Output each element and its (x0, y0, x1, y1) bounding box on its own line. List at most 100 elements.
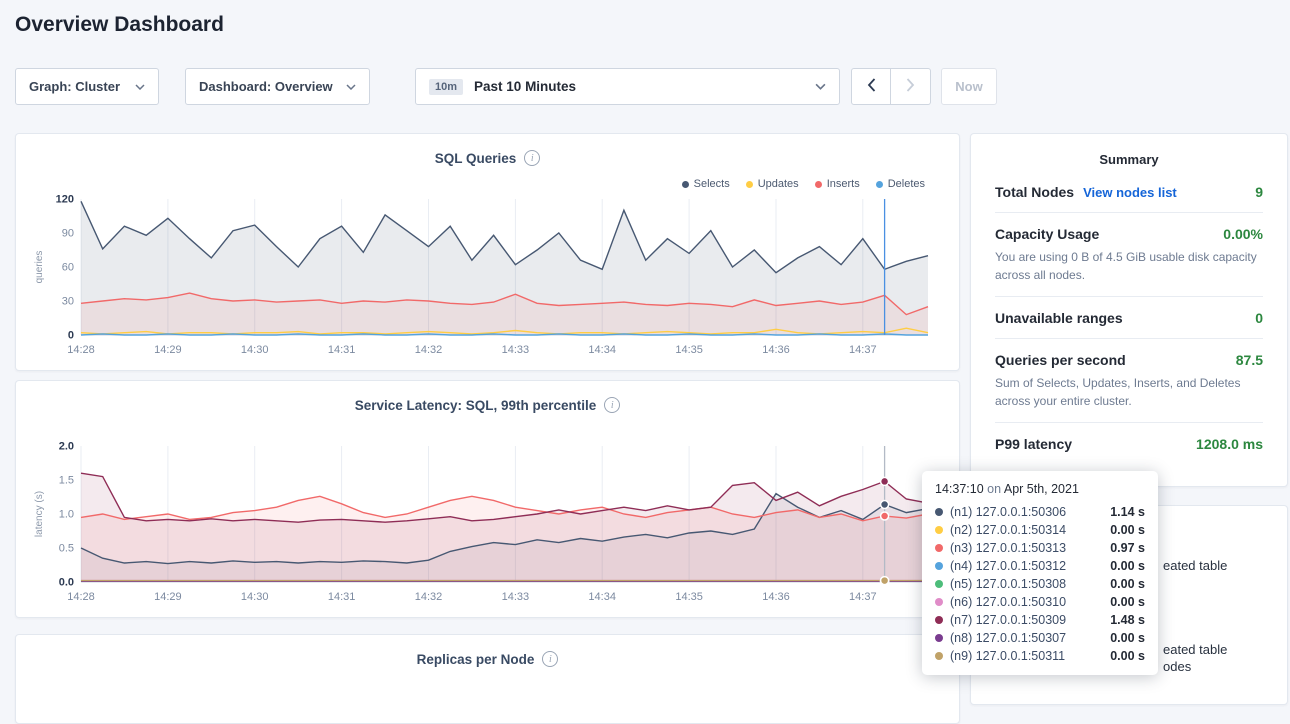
qps-subtext: Sum of Selects, Updates, Inserts, and De… (995, 374, 1263, 410)
series-color-dot (935, 598, 943, 606)
graph-dropdown[interactable]: Graph: Cluster (15, 68, 159, 105)
service-latency-chart[interactable]: 14:2814:2914:3014:3114:3214:3314:3414:35… (31, 438, 936, 608)
tooltip-node-value: 0.00 s (1110, 523, 1145, 537)
svg-text:14:37: 14:37 (849, 591, 877, 603)
series-color-dot (935, 526, 943, 534)
capacity-label: Capacity Usage (995, 226, 1099, 242)
svg-text:queries: queries (34, 251, 45, 284)
tooltip-node-value: 1.48 s (1110, 613, 1145, 627)
info-icon[interactable]: i (604, 397, 620, 413)
replicas-per-node-chart-card: Replicas per Node i (15, 634, 960, 724)
time-next-button[interactable] (891, 68, 931, 105)
chevron-down-icon (805, 83, 826, 90)
svg-text:14:34: 14:34 (588, 591, 616, 603)
chart-hover-tooltip: 14:37:10 on Apr 5th, 2021 (n1) 127.0.0.1… (922, 471, 1158, 675)
series-color-dot (935, 508, 943, 516)
time-range-badge: 10m (429, 79, 463, 95)
svg-text:14:33: 14:33 (502, 344, 530, 356)
total-nodes-label: Total Nodes (995, 184, 1074, 200)
tooltip-rows: (n1) 127.0.0.1:503061.14 s(n2) 127.0.0.1… (935, 503, 1145, 665)
unavailable-ranges-value: 0 (1255, 310, 1263, 326)
series-color-dot (935, 580, 943, 588)
series-color-dot (935, 544, 943, 552)
tooltip-node-value: 0.00 s (1110, 631, 1145, 645)
svg-text:14:30: 14:30 (241, 344, 269, 356)
legend-item-deletes[interactable]: Deletes (876, 178, 925, 190)
sql-queries-chart-card: SQL Queries i SelectsUpdatesInsertsDelet… (15, 133, 960, 371)
svg-text:14:32: 14:32 (415, 591, 443, 603)
view-nodes-list-link[interactable]: View nodes list (1083, 185, 1177, 200)
svg-text:14:32: 14:32 (415, 344, 443, 356)
series-color-dot (935, 616, 943, 624)
legend-item-inserts[interactable]: Inserts (815, 178, 860, 190)
tooltip-node-value: 0.00 s (1110, 577, 1145, 591)
time-prev-button[interactable] (851, 68, 891, 105)
legend-dot (876, 181, 883, 188)
tooltip-node-address: (n9) 127.0.0.1:50311 (950, 649, 1065, 663)
sql-queries-chart[interactable]: 14:2814:2914:3014:3114:3214:3314:3414:35… (31, 191, 936, 361)
event-item-fragment[interactable]: odes (1163, 659, 1191, 674)
tooltip-node-address: (n2) 127.0.0.1:50314 (950, 523, 1066, 537)
tooltip-row: (n1) 127.0.0.1:503061.14 s (935, 503, 1145, 521)
summary-title: Summary (971, 134, 1287, 171)
svg-text:2.0: 2.0 (59, 441, 74, 453)
svg-text:14:30: 14:30 (241, 591, 269, 603)
tooltip-node-address: (n3) 127.0.0.1:50313 (950, 541, 1066, 555)
chevron-right-icon (906, 78, 915, 95)
summary-row-qps: Queries per second 87.5 Sum of Selects, … (995, 339, 1263, 423)
svg-text:14:29: 14:29 (154, 591, 182, 603)
tooltip-row: (n4) 127.0.0.1:503120.00 s (935, 557, 1145, 575)
chart-title-service-latency: Service Latency: SQL, 99th percentile (355, 398, 597, 413)
svg-text:14:37: 14:37 (849, 344, 877, 356)
svg-text:14:29: 14:29 (154, 344, 182, 356)
info-icon[interactable]: i (542, 651, 558, 667)
tooltip-node-value: 0.00 s (1110, 649, 1145, 663)
tooltip-row: (n6) 127.0.0.1:50310 0.00 s (935, 593, 1145, 611)
tooltip-node-value: 0.00 s (1110, 595, 1145, 609)
legend-label: Deletes (888, 178, 925, 190)
svg-text:latency (s): latency (s) (34, 491, 45, 537)
summary-row-total-nodes: Total Nodes View nodes list 9 (995, 171, 1263, 213)
now-button[interactable]: Now (941, 68, 997, 105)
event-item-fragment[interactable]: eated table (1163, 642, 1227, 657)
total-nodes-value: 9 (1255, 184, 1263, 200)
legend-item-updates[interactable]: Updates (746, 178, 799, 190)
svg-text:1.0: 1.0 (59, 509, 74, 521)
p99-latency-value: 1208.0 ms (1196, 436, 1263, 452)
svg-text:30: 30 (62, 296, 74, 308)
page-title: Overview Dashboard (15, 13, 224, 37)
tooltip-row: (n2) 127.0.0.1:50314 0.00 s (935, 521, 1145, 539)
qps-value: 87.5 (1236, 352, 1263, 368)
dashboard-dropdown[interactable]: Dashboard: Overview (185, 68, 370, 105)
tooltip-connector: on (987, 482, 1001, 496)
info-icon[interactable]: i (524, 150, 540, 166)
tooltip-row: (n8) 127.0.0.1:50307 0.00 s (935, 629, 1145, 647)
legend-item-selects[interactable]: Selects (682, 178, 730, 190)
svg-text:0.5: 0.5 (59, 543, 74, 555)
event-item-fragment[interactable]: eated table (1163, 558, 1227, 573)
chevron-down-icon (125, 84, 145, 90)
svg-text:14:33: 14:33 (502, 591, 530, 603)
tooltip-node-value: 1.14 s (1110, 505, 1145, 519)
tooltip-node-value: 0.97 s (1110, 541, 1145, 555)
tooltip-node-address: (n7) 127.0.0.1:50309 (950, 613, 1066, 627)
tooltip-header: 14:37:10 on Apr 5th, 2021 (935, 482, 1145, 496)
tooltip-row: (n5) 127.0.0.1:50308 0.00 s (935, 575, 1145, 593)
summary-row-capacity: Capacity Usage 0.00% You are using 0 B o… (995, 213, 1263, 297)
time-nav-group (851, 68, 931, 105)
chevron-left-icon (867, 78, 876, 95)
time-range-selector[interactable]: 10m Past 10 Minutes (415, 68, 840, 105)
tooltip-node-address: (n6) 127.0.0.1:50310 (950, 595, 1066, 609)
svg-text:90: 90 (62, 228, 74, 240)
tooltip-node-address: (n5) 127.0.0.1:50308 (950, 577, 1066, 591)
legend-dot (682, 181, 689, 188)
chart-legend: Selects Updates Inserts Deletes (682, 178, 925, 190)
legend-label: Selects (694, 178, 730, 190)
tooltip-node-address: (n4) 127.0.0.1:50312 (950, 559, 1066, 573)
capacity-subtext: You are using 0 B of 4.5 GiB usable disk… (995, 248, 1263, 284)
tooltip-row: (n3) 127.0.0.1:50313 0.97 s (935, 539, 1145, 557)
series-color-dot (935, 652, 943, 660)
summary-row-p99-latency: P99 latency 1208.0 ms (995, 423, 1263, 464)
tooltip-node-address: (n8) 127.0.0.1:50307 (950, 631, 1066, 645)
qps-label: Queries per second (995, 352, 1126, 368)
